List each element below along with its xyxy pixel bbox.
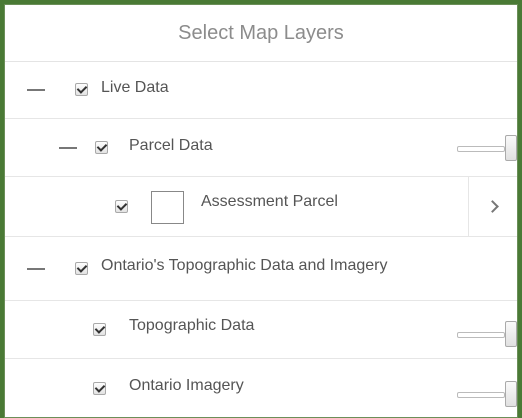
opacity-slider[interactable] (457, 134, 517, 161)
layer-row-live-data: Live Data (5, 61, 517, 119)
slider-track (457, 332, 505, 338)
layer-row-assessment-parcel: Assessment Parcel (5, 177, 517, 237)
collapse-icon[interactable] (27, 267, 45, 270)
checkbox-checked-icon[interactable] (115, 200, 128, 213)
layer-label-topographic-data: Topographic Data (129, 317, 255, 334)
slider-thumb[interactable] (505, 134, 517, 161)
opacity-slider[interactable] (457, 381, 517, 407)
checkbox-checked-icon[interactable] (75, 262, 88, 275)
checkbox-checked-icon[interactable] (95, 141, 108, 154)
map-layers-panel: Select Map Layers Live Data Parcel Data … (4, 4, 518, 418)
collapse-icon[interactable] (27, 88, 45, 91)
panel-title: Select Map Layers (5, 5, 517, 62)
legend-swatch (151, 191, 184, 224)
checkbox-checked-icon[interactable] (93, 381, 106, 395)
slider-thumb[interactable] (505, 321, 517, 347)
slider-thumb[interactable] (505, 381, 517, 407)
layer-row-ontario-imagery: Ontario Imagery (5, 359, 517, 417)
slider-track (457, 392, 505, 398)
collapse-icon[interactable] (59, 146, 77, 149)
layer-label-ontario-imagery: Ontario Imagery (129, 377, 244, 394)
layer-row-ontario-topo: Ontario's Topographic Data and Imagery (5, 237, 517, 301)
layer-row-topographic-data: Topographic Data (5, 301, 517, 359)
layer-label-parcel-data: Parcel Data (129, 137, 213, 154)
checkbox-checked-icon[interactable] (93, 323, 106, 336)
layer-label-assessment-parcel: Assessment Parcel (201, 193, 338, 210)
checkbox-checked-icon[interactable] (75, 83, 88, 96)
slider-track (457, 145, 505, 152)
opacity-slider[interactable] (457, 321, 517, 347)
chevron-right-icon[interactable] (468, 177, 517, 236)
layer-label-live-data: Live Data (101, 79, 169, 96)
layer-row-parcel-data: Parcel Data (5, 119, 517, 177)
layer-label-ontario-topo: Ontario's Topographic Data and Imagery (101, 257, 388, 274)
